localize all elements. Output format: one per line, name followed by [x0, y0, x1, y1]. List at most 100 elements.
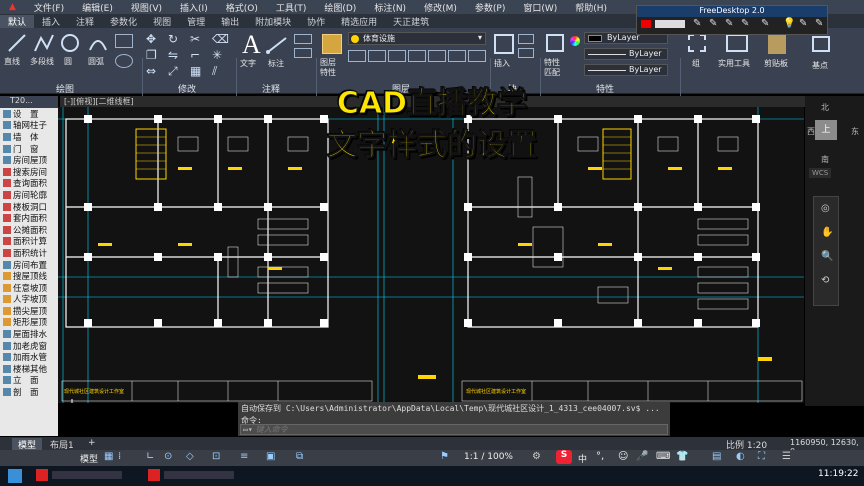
- linetype-dropdown[interactable]: ByLayer: [584, 64, 668, 76]
- freedesktop-toolbar[interactable]: FreeDesktop 2.0 ✎ ✎ ✎ ✎ ✎ 💡 ✎ ✎: [636, 5, 828, 35]
- stretch-icon[interactable]: ⇔: [146, 64, 168, 80]
- base-point-button[interactable]: 基点: [812, 60, 828, 71]
- create-block-icon[interactable]: [518, 34, 534, 44]
- isolate-icon[interactable]: ◐: [736, 451, 745, 462]
- shirt-icon[interactable]: 👕: [676, 451, 688, 462]
- tab-featured-apps[interactable]: 精选应用: [333, 15, 385, 28]
- punctuation-icon[interactable]: °,: [596, 451, 604, 462]
- menu-tools[interactable]: 工具(T): [267, 1, 316, 14]
- orbit-icon[interactable]: ⟲: [821, 275, 829, 286]
- palette-item[interactable]: 矩形屋顶: [0, 317, 58, 328]
- menu-dimension[interactable]: 标注(N): [365, 1, 415, 14]
- palette-item[interactable]: 加老虎窗: [0, 340, 58, 352]
- leader-icon[interactable]: [294, 34, 312, 44]
- layer-dropdown[interactable]: 体育设施 ▾: [348, 32, 486, 45]
- layer-tool-icon[interactable]: [428, 50, 446, 62]
- offset-icon[interactable]: ⫽: [212, 64, 234, 80]
- menu-edit[interactable]: 编辑(E): [73, 1, 122, 14]
- palette-item[interactable]: 剖 面: [0, 386, 58, 398]
- snap-icon[interactable]: ⁞: [118, 451, 121, 462]
- microphone-icon[interactable]: 🎤: [636, 451, 648, 462]
- palette-item[interactable]: 房间轮廓: [0, 189, 58, 201]
- palette-item[interactable]: 面积计算: [0, 236, 58, 247]
- palette-item[interactable]: 任意坡顶: [0, 282, 58, 294]
- customize-menu-icon[interactable]: ☰: [782, 451, 791, 462]
- palette-item[interactable]: 楼板洞口: [0, 201, 58, 213]
- record-icon[interactable]: [641, 20, 651, 28]
- menu-format[interactable]: 格式(O): [217, 1, 267, 14]
- autocad-taskbar-icon[interactable]: [36, 469, 48, 481]
- palette-item[interactable]: 房间布置: [0, 259, 58, 271]
- tab-view[interactable]: 视图: [145, 15, 179, 28]
- menu-insert[interactable]: 插入(I): [171, 1, 217, 14]
- pen-icon[interactable]: ✎: [709, 18, 717, 29]
- trim-icon[interactable]: ✂: [190, 32, 212, 48]
- rectangle-icon[interactable]: [115, 34, 133, 48]
- line-tool-button[interactable]: 直线: [4, 56, 20, 67]
- palette-item[interactable]: 加雨水管: [0, 351, 58, 363]
- tab-addins[interactable]: 附加模块: [247, 15, 299, 28]
- utilities-button[interactable]: 实用工具: [718, 58, 750, 69]
- menu-modify[interactable]: 修改(M): [415, 1, 466, 14]
- selection-cycle-icon[interactable]: ⧉: [296, 451, 303, 462]
- arc-tool-button[interactable]: 圆弧: [88, 56, 104, 67]
- taskbar-window-button[interactable]: [52, 471, 122, 479]
- layer-tool-icon[interactable]: [348, 50, 366, 62]
- move-icon[interactable]: ✥: [146, 32, 168, 48]
- command-menu-icon[interactable]: ▭▾: [243, 425, 253, 434]
- tab-manage[interactable]: 管理: [179, 15, 213, 28]
- rotate-icon[interactable]: ↻: [168, 32, 190, 48]
- palette-item[interactable]: 搜索房间: [0, 166, 58, 178]
- emoji-icon[interactable]: ☺: [618, 451, 628, 462]
- command-line[interactable]: ▭▾: [240, 424, 668, 435]
- tab-collaborate[interactable]: 协作: [299, 15, 333, 28]
- tab-annotate[interactable]: 注释: [68, 15, 102, 28]
- lineweight-dropdown[interactable]: ByLayer: [584, 48, 668, 60]
- palette-item[interactable]: 公摊面积: [0, 224, 58, 236]
- palette-item[interactable]: 人字坡顶: [0, 294, 58, 305]
- tab-output[interactable]: 输出: [213, 15, 247, 28]
- text-tool-button[interactable]: 文字: [240, 58, 256, 69]
- pen-icon[interactable]: ✎: [725, 18, 733, 29]
- polyline-tool-button[interactable]: 多段线: [30, 56, 54, 67]
- layer-tool-icon[interactable]: [408, 50, 426, 62]
- layer-tool-icon[interactable]: [468, 50, 486, 62]
- tab-tangent-arch[interactable]: 天正建筑: [385, 15, 437, 28]
- taskbar-window-button[interactable]: [164, 471, 234, 479]
- keyboard-icon[interactable]: ⌨: [656, 451, 670, 462]
- clean-screen-icon[interactable]: ⛶: [758, 451, 765, 462]
- palette-item[interactable]: 攒尖屋顶: [0, 305, 58, 317]
- steering-wheel-icon[interactable]: ◎: [821, 203, 830, 214]
- navigation-bar[interactable]: ◎ ✋ 🔍 ⟲: [813, 196, 839, 306]
- tab-default[interactable]: 默认: [0, 14, 35, 28]
- ellipse-icon[interactable]: [115, 54, 133, 68]
- dimension-tool-button[interactable]: 标注: [268, 58, 284, 69]
- erase-icon[interactable]: ⌫: [212, 32, 234, 48]
- circle-tool-button[interactable]: 圆: [64, 56, 72, 67]
- model-space-toggle[interactable]: 模型: [80, 452, 98, 465]
- palette-item[interactable]: 套内面积: [0, 212, 58, 224]
- menu-view[interactable]: 视图(V): [122, 1, 171, 14]
- clipboard-button[interactable]: 剪贴板: [764, 58, 788, 69]
- autocad-taskbar-icon[interactable]: [148, 469, 160, 481]
- copy-icon[interactable]: ❐: [146, 48, 168, 64]
- workspace-gear-icon[interactable]: ⚙: [532, 451, 541, 462]
- start-button-icon[interactable]: [8, 469, 22, 483]
- taskbar-clock[interactable]: 11:19:22: [818, 469, 858, 479]
- menu-window[interactable]: 窗口(W): [514, 1, 566, 14]
- pen-icon[interactable]: ✎: [799, 18, 807, 29]
- lineweight-icon[interactable]: ≡: [240, 451, 248, 462]
- palette-item[interactable]: 面积统计: [0, 247, 58, 259]
- table-icon[interactable]: [294, 48, 312, 58]
- sogou-ime-icon[interactable]: S: [556, 450, 572, 464]
- annotation-scale[interactable]: 1:1 / 100%: [464, 452, 513, 462]
- zoom-icon[interactable]: 🔍: [821, 251, 833, 262]
- ime-language[interactable]: 中: [578, 452, 587, 465]
- hardware-accel-icon[interactable]: ▤: [712, 451, 721, 462]
- edit-block-icon[interactable]: [518, 48, 534, 58]
- tab-insert[interactable]: 插入: [34, 15, 68, 28]
- pen-icon[interactable]: ✎: [693, 18, 701, 29]
- transparency-icon[interactable]: ▣: [266, 451, 275, 462]
- match-properties-button[interactable]: 特性 匹配: [544, 58, 560, 78]
- isodraft-icon[interactable]: ◇: [186, 451, 194, 462]
